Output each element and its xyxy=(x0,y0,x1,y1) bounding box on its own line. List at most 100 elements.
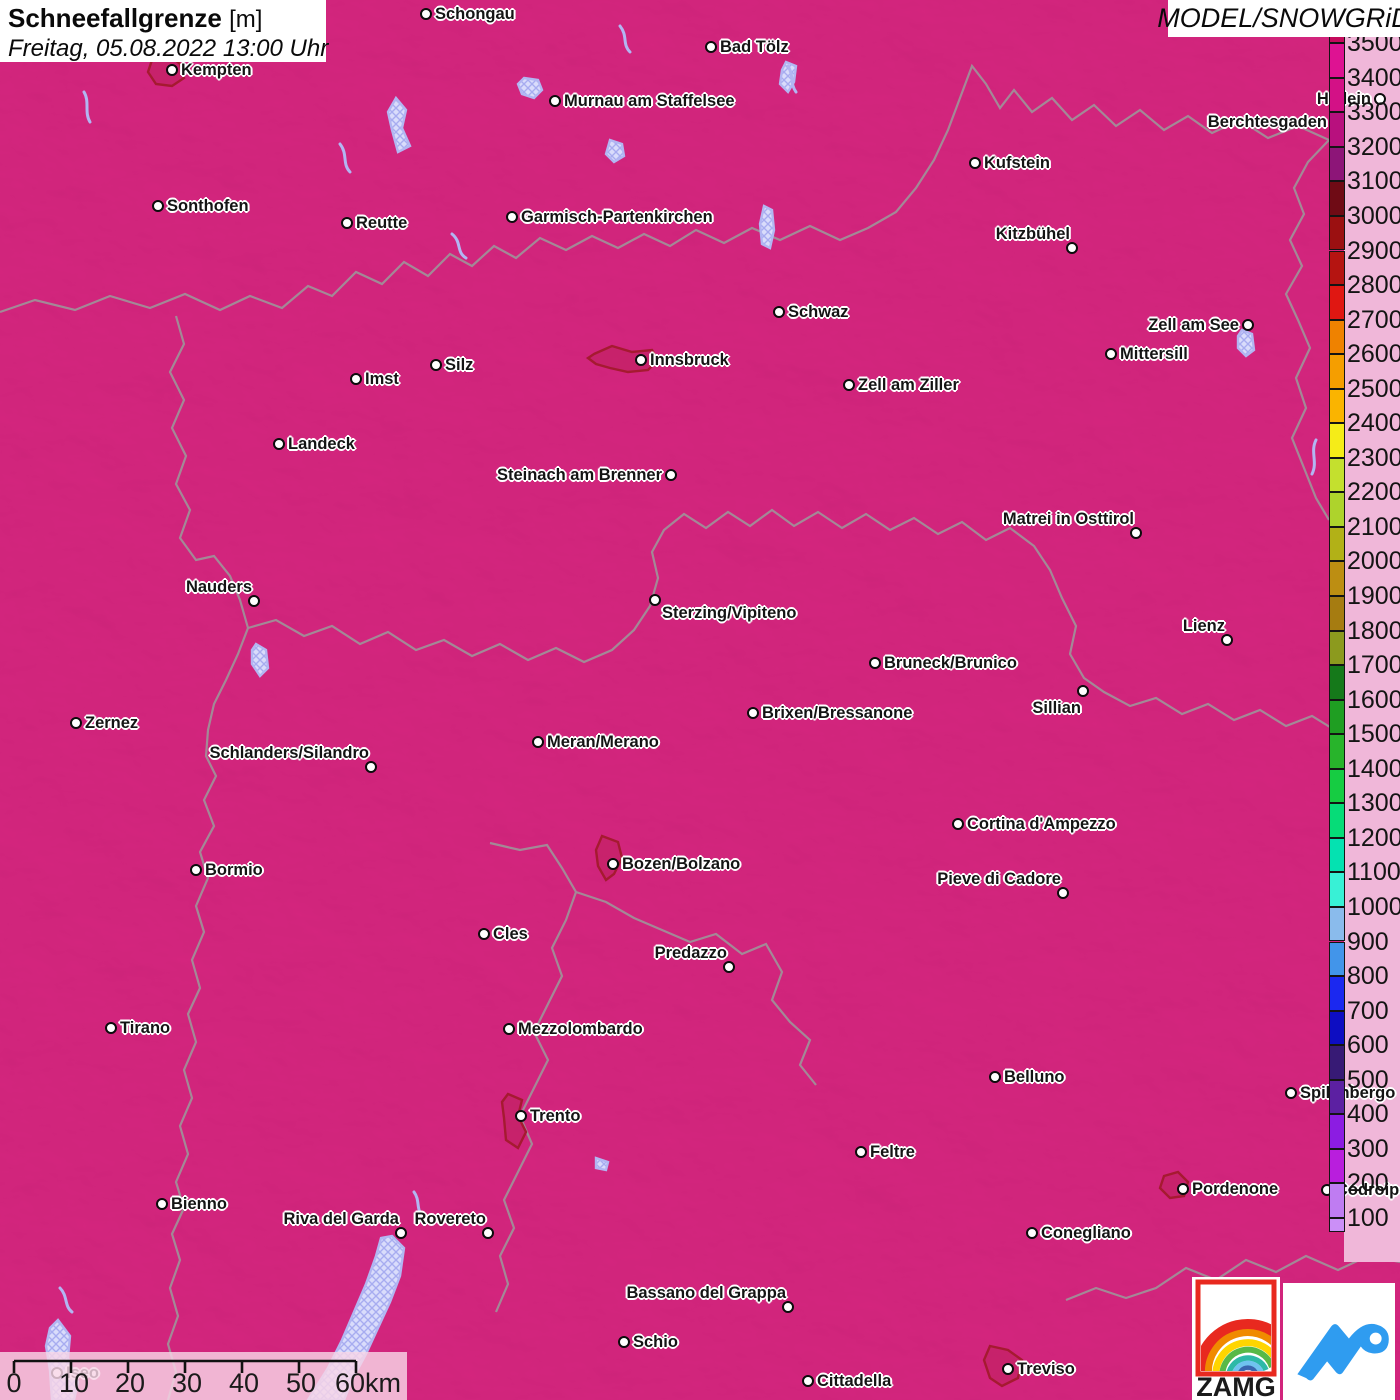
colorbar-tick-label: 900 xyxy=(1347,927,1389,956)
colorbar-tick-label: 400 xyxy=(1347,1100,1389,1129)
colorbar-tick-label: 3000 xyxy=(1347,201,1400,230)
colorbar-band-1500 xyxy=(1329,734,1345,769)
colorbar-tick-label: 2400 xyxy=(1347,409,1400,438)
colorbar-band-3400 xyxy=(1329,77,1345,113)
colorbar-band-1000 xyxy=(1329,906,1345,942)
city-label: Steinach am Brenner xyxy=(496,466,662,484)
colorbar-tick-label: 2800 xyxy=(1347,271,1400,300)
city-label: Silz xyxy=(445,356,474,374)
city-dot xyxy=(635,354,647,366)
colorbar-tick-label: 2900 xyxy=(1347,236,1400,265)
colorbar-band-2000 xyxy=(1329,561,1345,596)
city-label: Kempten xyxy=(181,61,252,79)
city-dot xyxy=(802,1375,814,1387)
city-label: Mezzolombardo xyxy=(518,1020,643,1038)
colorbar-band-2800 xyxy=(1329,285,1345,320)
mountain-icon xyxy=(1297,1323,1389,1381)
colorbar-band-3000 xyxy=(1329,215,1345,251)
city-dot xyxy=(152,200,164,212)
city-label: Nauders xyxy=(185,578,252,596)
colorbar-tick-label: 3400 xyxy=(1347,63,1400,92)
colorbar-tick-label: 1800 xyxy=(1347,616,1400,645)
colorbar-tick-label: 1000 xyxy=(1347,892,1400,921)
city-dot xyxy=(70,717,82,729)
model-badge-label: MODEL/SNOWGRiD xyxy=(1157,3,1400,33)
city-label: Kufstein xyxy=(984,154,1050,172)
city-dot xyxy=(1177,1183,1189,1195)
city-dot xyxy=(1002,1363,1014,1375)
city-label: Bormio xyxy=(205,861,263,879)
colorbar-tick-label: 2200 xyxy=(1347,478,1400,507)
colorbar-tick-label: 600 xyxy=(1347,1031,1389,1060)
city-label: Innsbruck xyxy=(650,351,729,369)
city-dot xyxy=(855,1146,867,1158)
map-title-box: Schneefallgrenze [m] Freitag, 05.08.2022… xyxy=(0,0,328,62)
city-label: Schwaz xyxy=(788,303,849,321)
zamg-logo-text: ZAMG xyxy=(1196,1372,1275,1400)
colorbar-band-3200 xyxy=(1329,146,1345,182)
city-label: Sonthofen xyxy=(167,197,249,215)
colorbar-band-1900 xyxy=(1329,596,1345,631)
city-label: Bienno xyxy=(171,1195,227,1213)
colorbar-tick-label: 1700 xyxy=(1347,651,1400,680)
city-dot xyxy=(952,818,964,830)
colorbar-tick-label: 100 xyxy=(1347,1203,1389,1232)
colorbar-band-200 xyxy=(1329,1183,1345,1218)
city-label: Sterzing/Vipiteno xyxy=(662,604,797,622)
city-dot xyxy=(773,306,785,318)
colorbar-band-1700 xyxy=(1329,665,1345,700)
city-label: Cles xyxy=(493,925,528,943)
colorbar-tick-label: 1600 xyxy=(1347,685,1400,714)
city-label: Zell am Ziller xyxy=(858,376,959,394)
city-dot xyxy=(166,64,178,76)
colorbar-band-800 xyxy=(1329,976,1345,1011)
city-dot xyxy=(549,95,561,107)
colorbar-band-700 xyxy=(1329,1010,1345,1046)
city-label: Cittadella xyxy=(817,1372,892,1390)
colorbar-band-1600 xyxy=(1329,699,1345,735)
city-label: Belluno xyxy=(1004,1068,1065,1086)
colorbar-band-3100 xyxy=(1329,181,1345,216)
colorbar-band-3500 xyxy=(1329,43,1345,78)
city-label: Brixen/Bressanone xyxy=(762,704,913,722)
city-label: Tirano xyxy=(120,1019,171,1037)
city-dot xyxy=(532,736,544,748)
colorbar-tick-label: 2300 xyxy=(1347,443,1400,472)
city-label: Matrei in Osttirol xyxy=(1002,510,1134,528)
colorbar-tick-label: 2100 xyxy=(1347,512,1400,541)
mountain-icon-curl xyxy=(1369,1332,1382,1345)
city-label: Trento xyxy=(530,1107,581,1125)
city-label: Riva del Garda xyxy=(283,1210,399,1228)
colorbar-tick-label: 500 xyxy=(1347,1065,1389,1094)
city-layer: Schongau Bad Tölz Kempten Murnau am Staffel… xyxy=(0,0,1400,1400)
city-label: Sillian xyxy=(1032,699,1081,717)
city-dot xyxy=(341,217,353,229)
city-dot xyxy=(1285,1087,1297,1099)
colorbar-band-2100 xyxy=(1329,526,1345,562)
colorbar-tick-label: 1100 xyxy=(1347,858,1400,887)
colorbar-band-1400 xyxy=(1329,768,1345,804)
city-dot xyxy=(747,707,759,719)
city-label: Treviso xyxy=(1017,1360,1075,1378)
city-label: Meran/Merano xyxy=(547,733,659,751)
colorbar-tick-label: 700 xyxy=(1347,996,1389,1025)
city-label: Lienz xyxy=(1182,617,1225,635)
city-label: Predazzo xyxy=(654,944,727,962)
city-dot xyxy=(705,41,717,53)
colorbar-band-900 xyxy=(1329,941,1345,977)
city-dot xyxy=(618,1336,630,1348)
city-label: Rovereto xyxy=(414,1210,486,1228)
city-dot xyxy=(350,373,362,385)
colorbar-tick-label: 2600 xyxy=(1347,340,1400,369)
colorbar-band-2200 xyxy=(1329,492,1345,527)
colorbar-tick-label: 3100 xyxy=(1347,167,1400,196)
scalebar-label: 60km xyxy=(334,1368,402,1398)
city-dot xyxy=(649,594,661,606)
city-label: Feltre xyxy=(870,1143,915,1161)
colorbar-tick-label: 1200 xyxy=(1347,823,1400,852)
colorbar-band-500 xyxy=(1329,1079,1345,1115)
colorbar-tick-label: 1400 xyxy=(1347,754,1400,783)
city-dot xyxy=(156,1198,168,1210)
city-label: Bad Tölz xyxy=(720,38,789,56)
colorbar-tick-label: 2500 xyxy=(1347,374,1400,403)
